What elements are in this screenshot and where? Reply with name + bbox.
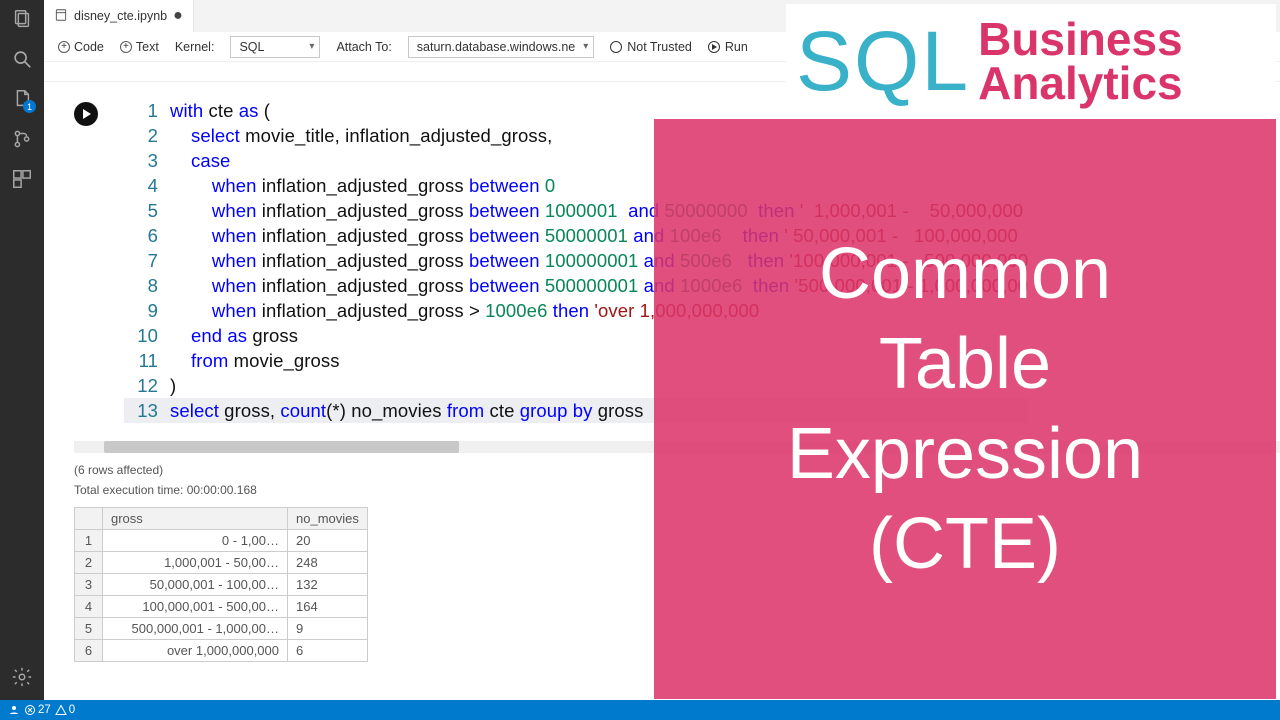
notebook-icon xyxy=(54,8,68,25)
attach-value: saturn.database.windows.ne xyxy=(417,40,575,54)
badge: 1 xyxy=(23,100,36,113)
search-icon[interactable] xyxy=(11,48,33,70)
kernel-label: Kernel: xyxy=(175,40,215,54)
status-warnings-count: 0 xyxy=(69,704,75,716)
scrollbar-thumb[interactable] xyxy=(104,441,459,453)
source-control-icon[interactable] xyxy=(11,128,33,150)
kernel-select[interactable]: SQL xyxy=(230,36,320,58)
result-table: grossno_movies10 - 1,00…2021,000,001 - 5… xyxy=(74,507,368,662)
tab-filename: disney_cte.ipynb xyxy=(74,9,167,23)
run-cell-button[interactable] xyxy=(74,102,98,126)
status-bar: 27 0 xyxy=(0,700,1280,720)
status-account-icon[interactable] xyxy=(8,704,20,716)
plus-icon: + xyxy=(58,41,70,53)
brand-main: CommonTableExpression(CTE) xyxy=(654,119,1276,699)
status-errors-count: 27 xyxy=(38,704,51,716)
brand-sql: SQL xyxy=(796,26,970,97)
brand-business: Business xyxy=(978,18,1183,61)
brand-title: CommonTableExpression(CTE) xyxy=(787,229,1143,589)
play-icon xyxy=(708,41,720,53)
plus-icon: + xyxy=(120,41,132,53)
status-warnings[interactable]: 0 xyxy=(55,704,75,716)
kernel-value: SQL xyxy=(239,40,264,54)
run-all-button[interactable]: Run xyxy=(708,40,748,54)
trust-button[interactable]: Not Trusted xyxy=(610,40,692,54)
add-text-button[interactable]: + Text xyxy=(120,40,159,54)
tab-notebook[interactable]: disney_cte.ipynb ● xyxy=(44,0,194,32)
trust-label: Not Trusted xyxy=(627,40,692,54)
add-code-label: Code xyxy=(74,40,104,54)
attach-label: Attach To: xyxy=(336,40,391,54)
attach-select[interactable]: saturn.database.windows.ne xyxy=(408,36,594,58)
brand-top: SQL Business Analytics xyxy=(786,4,1276,119)
brand-analytics: Analytics xyxy=(978,62,1183,105)
add-text-label: Text xyxy=(136,40,159,54)
documents-icon[interactable]: 1 xyxy=(11,88,33,110)
settings-icon[interactable] xyxy=(11,666,33,688)
status-errors[interactable]: 27 xyxy=(24,704,51,716)
add-code-button[interactable]: + Code xyxy=(58,40,104,54)
activity-bar: 1 xyxy=(0,0,44,700)
ring-icon xyxy=(610,41,622,53)
extensions-icon[interactable] xyxy=(11,168,33,190)
run-label: Run xyxy=(725,40,748,54)
explorer-icon[interactable] xyxy=(11,8,33,30)
